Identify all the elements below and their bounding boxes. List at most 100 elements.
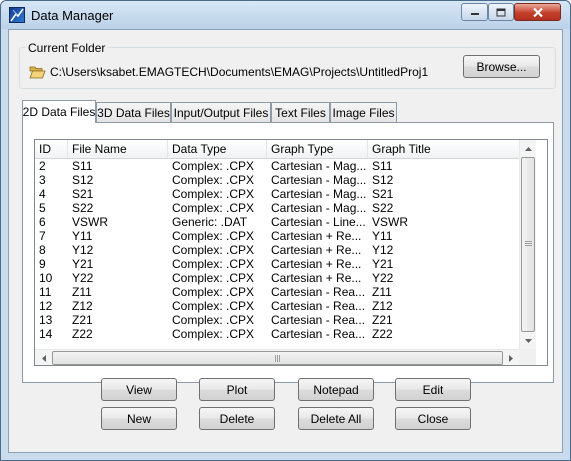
cell-graph-title: Z11 [372, 285, 392, 299]
scroll-down-arrow-icon[interactable] [520, 332, 537, 349]
table-row[interactable]: 4 S21 Complex: .CPX Cartesian - Mag... S21 [35, 187, 520, 201]
list-header: ID File Name Data Type Graph Type Graph … [35, 140, 520, 159]
tab-text-files[interactable]: Text Files [271, 102, 330, 122]
cell-id: 9 [39, 257, 46, 271]
column-header-graph-title[interactable]: Graph Title [368, 140, 520, 158]
maximize-icon [496, 8, 506, 16]
tab-input-output-files[interactable]: Input/Output Files [171, 102, 271, 122]
cell-file-name: VSWR [72, 215, 108, 229]
cell-id: 13 [39, 313, 53, 327]
horizontal-scroll-thumb[interactable] [52, 351, 503, 365]
open-folder-icon [29, 65, 46, 82]
notepad-button[interactable]: Notepad [298, 378, 374, 401]
tab-image-files[interactable]: Image Files [330, 102, 397, 122]
minimize-icon [470, 13, 479, 15]
browse-button[interactable]: Browse... [463, 55, 540, 78]
cell-id: 4 [39, 187, 46, 201]
cell-graph-title: Y21 [372, 257, 394, 271]
cell-file-name: Y22 [72, 271, 94, 285]
scroll-left-arrow-icon[interactable] [35, 350, 52, 365]
scroll-up-arrow-icon[interactable] [520, 140, 537, 157]
cell-graph-title: S22 [372, 201, 394, 215]
cell-data-type: Complex: .CPX [172, 201, 255, 215]
close-window-button[interactable] [514, 3, 561, 21]
tab-panel-2d-data-files: ID File Name Data Type Graph Type Graph … [22, 122, 554, 383]
cell-file-name: Z11 [72, 285, 92, 299]
cell-data-type: Complex: .CPX [172, 313, 255, 327]
cell-file-name: S22 [72, 201, 94, 215]
cell-id: 2 [39, 159, 46, 173]
cell-id: 5 [39, 201, 46, 215]
table-row[interactable]: 10 Y22 Complex: .CPX Cartesian + Re... Y22 [35, 271, 520, 285]
close-icon [532, 7, 543, 17]
plot-button[interactable]: Plot [199, 378, 275, 401]
column-header-graph-type[interactable]: Graph Type [267, 140, 368, 158]
cell-id: 8 [39, 243, 46, 257]
tab-3d-data-files[interactable]: 3D Data Files [96, 102, 171, 122]
cell-id: 7 [39, 229, 46, 243]
table-row[interactable]: 13 Z21 Complex: .CPX Cartesian - Rea... Z21 [35, 313, 520, 327]
cell-id: 10 [39, 271, 53, 285]
cell-data-type: Complex: .CPX [172, 271, 255, 285]
cell-data-type: Complex: .CPX [172, 327, 255, 341]
vertical-scroll-thumb[interactable] [521, 157, 535, 332]
cell-data-type: Complex: .CPX [172, 229, 255, 243]
table-row[interactable]: 3 S12 Complex: .CPX Cartesian - Mag... S12 [35, 173, 520, 187]
table-row[interactable]: 7 Y11 Complex: .CPX Cartesian + Re... Y11 [35, 229, 520, 243]
table-row[interactable]: 14 Z22 Complex: .CPX Cartesian - Rea... Z22 [35, 327, 520, 341]
table-row[interactable]: 8 Y12 Complex: .CPX Cartesian + Re... Y12 [35, 243, 520, 257]
cell-id: 12 [39, 299, 53, 313]
minimize-button[interactable] [461, 3, 488, 21]
cell-graph-type: Cartesian - Mag... [271, 187, 367, 201]
cell-graph-title: S12 [372, 173, 394, 187]
column-header-data-type[interactable]: Data Type [168, 140, 267, 158]
cell-file-name: S21 [72, 187, 94, 201]
cell-graph-type: Cartesian - Mag... [271, 173, 367, 187]
cell-file-name: Z21 [72, 313, 93, 327]
column-header-file-name[interactable]: File Name [68, 140, 168, 158]
delete-all-button[interactable]: Delete All [298, 407, 374, 430]
title-bar[interactable]: Data Manager [1, 1, 570, 29]
scroll-right-arrow-icon[interactable] [502, 350, 519, 365]
new-button[interactable]: New [101, 407, 177, 430]
cell-graph-type: Cartesian + Re... [271, 271, 362, 285]
current-folder-path: C:\Users\ksabet.EMAGTECH\Documents\EMAG\… [50, 65, 429, 79]
data-file-list[interactable]: ID File Name Data Type Graph Type Graph … [34, 139, 548, 366]
cell-graph-title: VSWR [372, 215, 408, 229]
table-row[interactable]: 11 Z11 Complex: .CPX Cartesian - Rea... Z11 [35, 285, 520, 299]
tab-2d-data-files[interactable]: 2D Data Files [22, 100, 96, 123]
horizontal-scrollbar[interactable] [35, 349, 519, 365]
cell-graph-title: S11 [372, 159, 393, 173]
view-button[interactable]: View [101, 378, 177, 401]
cell-data-type: Complex: .CPX [172, 187, 255, 201]
cell-graph-type: Cartesian - Mag... [271, 201, 367, 215]
cell-data-type: Complex: .CPX [172, 285, 255, 299]
column-header-id[interactable]: ID [35, 140, 68, 158]
cell-graph-type: Cartesian + Re... [271, 257, 362, 271]
dialog-body: Current Folder C:\Users\ksabet.EMAGTECH\… [8, 29, 563, 453]
close-button[interactable]: Close [395, 407, 471, 430]
edit-button[interactable]: Edit [395, 378, 471, 401]
cell-data-type: Generic: .DAT [172, 215, 248, 229]
cell-data-type: Complex: .CPX [172, 173, 255, 187]
table-row[interactable]: 2 S11 Complex: .CPX Cartesian - Mag... S11 [35, 159, 520, 173]
cell-file-name: S12 [72, 173, 94, 187]
cell-file-name: Z22 [72, 327, 93, 341]
cell-graph-type: Cartesian + Re... [271, 229, 362, 243]
cell-graph-type: Cartesian - Rea... [271, 285, 366, 299]
cell-graph-type: Cartesian - Rea... [271, 313, 366, 327]
cell-graph-title: Z21 [372, 313, 393, 327]
table-row[interactable]: 9 Y21 Complex: .CPX Cartesian + Re... Y21 [35, 257, 520, 271]
cell-file-name: Y12 [72, 243, 94, 257]
cell-data-type: Complex: .CPX [172, 299, 255, 313]
cell-graph-type: Cartesian - Rea... [271, 299, 366, 313]
table-row[interactable]: 6 VSWR Generic: .DAT Cartesian - Line... VSW… [35, 215, 520, 229]
vertical-scrollbar[interactable] [519, 140, 536, 349]
cell-id: 11 [39, 285, 52, 299]
cell-id: 6 [39, 215, 46, 229]
table-row[interactable]: 5 S22 Complex: .CPX Cartesian - Mag... S22 [35, 201, 520, 215]
table-row[interactable]: 12 Z12 Complex: .CPX Cartesian - Rea... Z12 [35, 299, 520, 313]
cell-graph-type: Cartesian + Re... [271, 243, 362, 257]
delete-button[interactable]: Delete [199, 407, 275, 430]
maximize-button[interactable] [488, 3, 514, 21]
